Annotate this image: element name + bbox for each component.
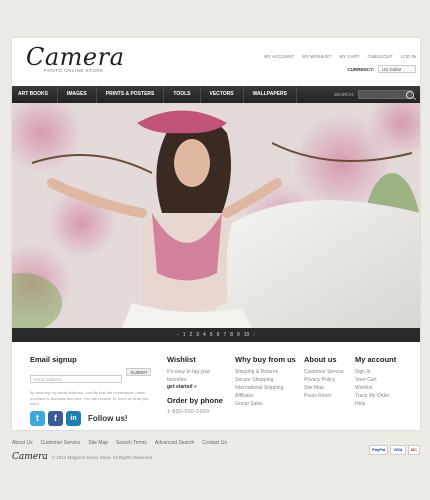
slider-prev[interactable]: ‹ [177, 332, 179, 338]
account-link-view-cart[interactable]: View Cart [355, 376, 396, 384]
logo[interactable]: Camera PHOTO ONLINE STORE [26, 44, 124, 73]
phone-number: 1-800-000-0000 [167, 409, 210, 415]
slider-page-6[interactable]: 6 [217, 332, 220, 338]
copyright-bar: Camera © 2013 Magento Demo Store. All Ri… [12, 452, 153, 462]
mastercard-badge: MC [407, 445, 420, 455]
payment-badges: PayPal VISA MC [369, 445, 420, 455]
search-input[interactable] [358, 90, 412, 99]
follow-us-label: Follow us! [88, 413, 128, 423]
my-wishlist-link[interactable]: My Wishlist [302, 54, 331, 59]
why-buy-section: Why buy from us Shipping & Returns Secur… [235, 355, 296, 408]
order-by-phone-title: Order by phone [167, 396, 223, 405]
email-input[interactable]: email address [30, 375, 122, 383]
search-icon[interactable] [406, 90, 414, 99]
slider-page-9[interactable]: 9 [237, 332, 240, 338]
bottom-link-customer-service[interactable]: Customer Service [41, 440, 81, 446]
visa-badge: VISA [390, 445, 406, 455]
facebook-icon[interactable]: f [48, 410, 63, 426]
about-link-press-room[interactable]: Press Room [304, 392, 344, 400]
nav-item-art-books[interactable]: Art Books [18, 86, 58, 103]
why-link-group-sales[interactable]: Group Sales [235, 400, 296, 408]
slider-page-2[interactable]: 2 [189, 332, 192, 338]
account-link-wishlist[interactable]: Wishlist [355, 384, 396, 392]
wishlist-get-started-link[interactable]: get started » [167, 384, 227, 390]
why-link-secure-shopping[interactable]: Secure Shopping [235, 376, 296, 384]
page-container: Camera PHOTO ONLINE STORE My Account My … [12, 38, 420, 430]
nav-item-tools[interactable]: Tools [173, 86, 201, 103]
slider-page-3[interactable]: 3 [196, 332, 199, 338]
slider-page-8[interactable]: 8 [230, 332, 233, 338]
bottom-links: About Us Customer Service Site Map Searc… [12, 440, 227, 446]
nav-item-vectors[interactable]: Vectors [210, 86, 244, 103]
signup-disclaimer: By entering my email address, I certify … [30, 390, 149, 406]
nav-item-prints-posters[interactable]: Prints & Posters [106, 86, 165, 103]
my-account-title: My account [355, 355, 397, 364]
hero-banner[interactable] [12, 103, 420, 328]
why-buy-title: Why buy from us [235, 355, 296, 364]
slider-page-10[interactable]: 10 [244, 332, 250, 338]
hero-image [12, 103, 420, 328]
bottom-link-site-map[interactable]: Site Map [88, 440, 108, 446]
wishlist-section: Wishlist It's easy to tag your favorites… [167, 355, 227, 415]
bottom-link-advanced-search[interactable]: Advanced Search [155, 440, 194, 446]
bottom-link-contact-us[interactable]: Contact Us [202, 440, 227, 446]
slider-page-5[interactable]: 5 [210, 332, 213, 338]
search-label: Search: [333, 92, 354, 97]
why-link-affiliates[interactable]: Affiliates [235, 392, 296, 400]
logo-text: Camera [26, 43, 125, 71]
social-links: t f in Follow us! [30, 410, 151, 426]
slider-next[interactable]: › [253, 332, 255, 338]
bottom-link-search-terms[interactable]: Search Terms [116, 440, 147, 446]
email-signup-title: Email signup [30, 355, 77, 364]
search-box: Search: [334, 90, 414, 99]
twitter-icon[interactable]: t [30, 410, 45, 426]
about-link-privacy-policy[interactable]: Privacy Policy [304, 376, 344, 384]
currency-select[interactable]: US Dollar [378, 65, 416, 73]
my-account-section: My account Sign In View Cart Wishlist Tr… [355, 355, 396, 408]
email-signup-section: Email signup email address Submit By ent… [30, 355, 152, 426]
paypal-badge: PayPal [369, 445, 389, 455]
linkedin-icon[interactable]: in [66, 410, 81, 426]
footer-logo: Camera [12, 452, 48, 462]
about-link-site-map[interactable]: Site Map [304, 384, 344, 392]
nav-item-images[interactable]: Images [67, 86, 97, 103]
checkout-link[interactable]: Checkout [367, 54, 392, 59]
wishlist-title: Wishlist [167, 355, 196, 364]
slider-page-1[interactable]: 1 [183, 332, 186, 338]
top-links: My Account My Wishlist My Cart Checkout … [264, 54, 416, 59]
my-cart-link[interactable]: My Cart [339, 54, 359, 59]
account-link-help[interactable]: Help [355, 400, 396, 408]
about-us-title: About us [304, 355, 337, 364]
slider-pagination: ‹ 1 2 3 4 5 6 7 8 9 10 › [12, 328, 420, 342]
why-link-international-shipping[interactable]: International Shipping [235, 384, 296, 392]
nav-item-wallpapers[interactable]: Wallpapers [253, 86, 297, 103]
subscribe-button[interactable]: Submit [126, 368, 152, 376]
copyright-text: © 2013 Magento Demo Store. All Rights Re… [51, 454, 154, 460]
account-link-sign-in[interactable]: Sign In [355, 368, 396, 376]
slider-page-7[interactable]: 7 [223, 332, 226, 338]
slider-page-4[interactable]: 4 [203, 332, 206, 338]
account-link-track-order[interactable]: Track My Order [355, 392, 396, 400]
login-link[interactable]: Log In [401, 54, 416, 59]
main-nav: Art Books Images Prints & Posters Tools … [12, 86, 420, 103]
why-link-shipping-returns[interactable]: Shipping & Returns [235, 368, 296, 376]
about-link-customer-service[interactable]: Customer Service [304, 368, 344, 376]
wishlist-text: It's easy to tag your favorites. [167, 369, 211, 383]
about-us-section: About us Customer Service Privacy Policy… [304, 355, 344, 400]
currency-switcher: Currency: US Dollar [347, 65, 416, 73]
currency-label: Currency: [347, 66, 374, 72]
my-account-link[interactable]: My Account [264, 54, 294, 59]
bottom-link-about-us[interactable]: About Us [12, 440, 33, 446]
